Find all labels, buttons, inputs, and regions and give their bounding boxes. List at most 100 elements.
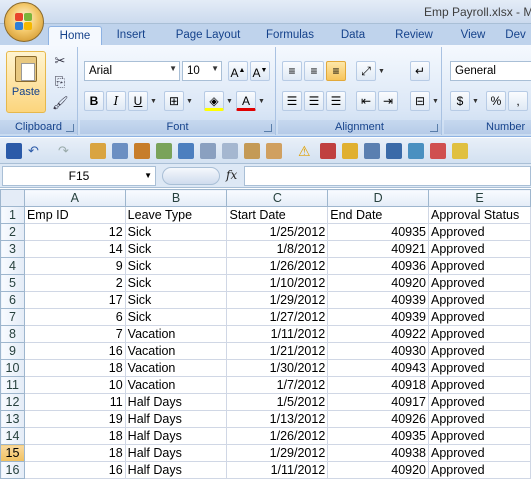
- italic-button[interactable]: I: [106, 91, 126, 111]
- cell-a5[interactable]: 2: [23, 274, 126, 292]
- toolbar-icon-8[interactable]: [244, 143, 260, 159]
- cell-c11[interactable]: 1/7/2012: [226, 376, 329, 394]
- cell-e2[interactable]: Approved: [428, 223, 531, 241]
- toolbar-icon-9[interactable]: [266, 143, 282, 159]
- formula-buttons[interactable]: [162, 167, 220, 185]
- toolbar-icon-4[interactable]: [156, 143, 172, 159]
- formula-input[interactable]: [244, 166, 531, 186]
- cell-a2[interactable]: 12: [23, 223, 126, 241]
- cell-b6[interactable]: Sick: [124, 291, 228, 309]
- cell-c4[interactable]: 1/26/2012: [226, 257, 329, 275]
- row-header[interactable]: 10: [0, 359, 25, 377]
- row-header[interactable]: 16: [0, 461, 25, 479]
- toolbar-icon-13[interactable]: [386, 143, 402, 159]
- cell-c5[interactable]: 1/10/2012: [226, 274, 329, 292]
- warning-icon[interactable]: ⚠: [298, 143, 314, 159]
- toolbar-icon-11[interactable]: [342, 143, 358, 159]
- column-header-c[interactable]: C: [226, 189, 329, 207]
- cell-e12[interactable]: Approved: [428, 393, 531, 411]
- cell-c6[interactable]: 1/29/2012: [226, 291, 329, 309]
- cell-b13[interactable]: Half Days: [124, 410, 228, 428]
- tab-insert[interactable]: Insert: [106, 26, 156, 46]
- clipboard-launcher-icon[interactable]: [66, 124, 74, 132]
- row-header[interactable]: 8: [0, 325, 25, 343]
- font-name-combo[interactable]: Arial ▼: [84, 61, 180, 81]
- toolbar-icon-10[interactable]: [320, 143, 336, 159]
- insert-function-icon[interactable]: fx: [226, 168, 237, 182]
- toolbar-icon-1[interactable]: [90, 143, 106, 159]
- tab-formulas[interactable]: Formulas: [258, 26, 322, 46]
- cell-b8[interactable]: Vacation: [124, 325, 228, 343]
- cell-c12[interactable]: 1/5/2012: [226, 393, 329, 411]
- cell-c7[interactable]: 1/27/2012: [226, 308, 329, 326]
- cell-a11[interactable]: 10: [23, 376, 126, 394]
- orientation-button[interactable]: ⤢: [356, 61, 376, 81]
- number-format-combo[interactable]: General: [450, 61, 531, 81]
- row-header[interactable]: 7: [0, 308, 25, 326]
- align-bottom-button[interactable]: ≡: [326, 61, 346, 81]
- bold-button[interactable]: B: [84, 91, 104, 111]
- cell-b7[interactable]: Sick: [124, 308, 228, 326]
- row-header[interactable]: 14: [0, 427, 25, 445]
- grow-font-button[interactable]: A▲: [228, 61, 248, 81]
- row-header[interactable]: 11: [0, 376, 25, 394]
- cell-d1[interactable]: End Date: [327, 206, 430, 224]
- cell-e4[interactable]: Approved: [428, 257, 531, 275]
- align-middle-button[interactable]: ≡: [304, 61, 324, 81]
- row-header[interactable]: 6: [0, 291, 25, 309]
- chevron-down-icon[interactable]: ▼: [378, 68, 385, 75]
- cell-a1[interactable]: Emp ID: [23, 206, 126, 224]
- select-all-corner[interactable]: [0, 189, 25, 207]
- cell-a7[interactable]: 6: [23, 308, 126, 326]
- cell-c2[interactable]: 1/25/2012: [226, 223, 329, 241]
- row-header[interactable]: 15: [0, 444, 25, 462]
- cell-e9[interactable]: Approved: [428, 342, 531, 360]
- row-header[interactable]: 3: [0, 240, 25, 258]
- cell-d2[interactable]: 40935: [327, 223, 430, 241]
- cell-e8[interactable]: Approved: [428, 325, 531, 343]
- cell-a12[interactable]: 11: [23, 393, 126, 411]
- cell-d8[interactable]: 40922: [327, 325, 430, 343]
- cell-e15[interactable]: Approved: [428, 444, 531, 462]
- cell-b2[interactable]: Sick: [124, 223, 228, 241]
- office-button[interactable]: [4, 2, 44, 42]
- currency-button[interactable]: $: [450, 91, 470, 111]
- cell-d14[interactable]: 40935: [327, 427, 430, 445]
- row-header[interactable]: 4: [0, 257, 25, 275]
- toolbar-icon-3[interactable]: [134, 143, 150, 159]
- cell-a13[interactable]: 19: [23, 410, 126, 428]
- column-header-b[interactable]: B: [124, 189, 228, 207]
- tab-view[interactable]: View: [450, 26, 496, 46]
- borders-button[interactable]: ⊞: [164, 91, 184, 111]
- tab-data[interactable]: Data: [330, 26, 376, 46]
- paste-button[interactable]: Paste: [6, 51, 46, 113]
- tab-home[interactable]: Home: [48, 26, 102, 46]
- cell-d16[interactable]: 40920: [327, 461, 430, 479]
- cell-d11[interactable]: 40918: [327, 376, 430, 394]
- cell-a3[interactable]: 14: [23, 240, 126, 258]
- toolbar-icon-12[interactable]: [364, 143, 380, 159]
- cell-c10[interactable]: 1/30/2012: [226, 359, 329, 377]
- chevron-down-icon[interactable]: ▼: [432, 98, 439, 105]
- align-left-button[interactable]: ☰: [282, 91, 302, 111]
- cell-b15[interactable]: Half Days: [124, 444, 228, 462]
- cell-a8[interactable]: 7: [23, 325, 126, 343]
- cell-b14[interactable]: Half Days: [124, 427, 228, 445]
- chevron-down-icon[interactable]: ▼: [144, 171, 152, 180]
- cell-a10[interactable]: 18: [23, 359, 126, 377]
- cell-d5[interactable]: 40920: [327, 274, 430, 292]
- cell-c3[interactable]: 1/8/2012: [226, 240, 329, 258]
- percent-button[interactable]: %: [486, 91, 506, 111]
- cell-d9[interactable]: 40930: [327, 342, 430, 360]
- cell-e1[interactable]: Approval Status: [428, 206, 531, 224]
- alignment-launcher-icon[interactable]: [430, 124, 438, 132]
- cell-c9[interactable]: 1/21/2012: [226, 342, 329, 360]
- cell-d10[interactable]: 40943: [327, 359, 430, 377]
- align-top-button[interactable]: ≡: [282, 61, 302, 81]
- shrink-font-button[interactable]: A▼: [250, 61, 270, 81]
- cell-a4[interactable]: 9: [23, 257, 126, 275]
- column-header-e[interactable]: E: [428, 189, 531, 207]
- cell-b12[interactable]: Half Days: [124, 393, 228, 411]
- chevron-down-icon[interactable]: ▼: [258, 98, 265, 105]
- row-header[interactable]: 13: [0, 410, 25, 428]
